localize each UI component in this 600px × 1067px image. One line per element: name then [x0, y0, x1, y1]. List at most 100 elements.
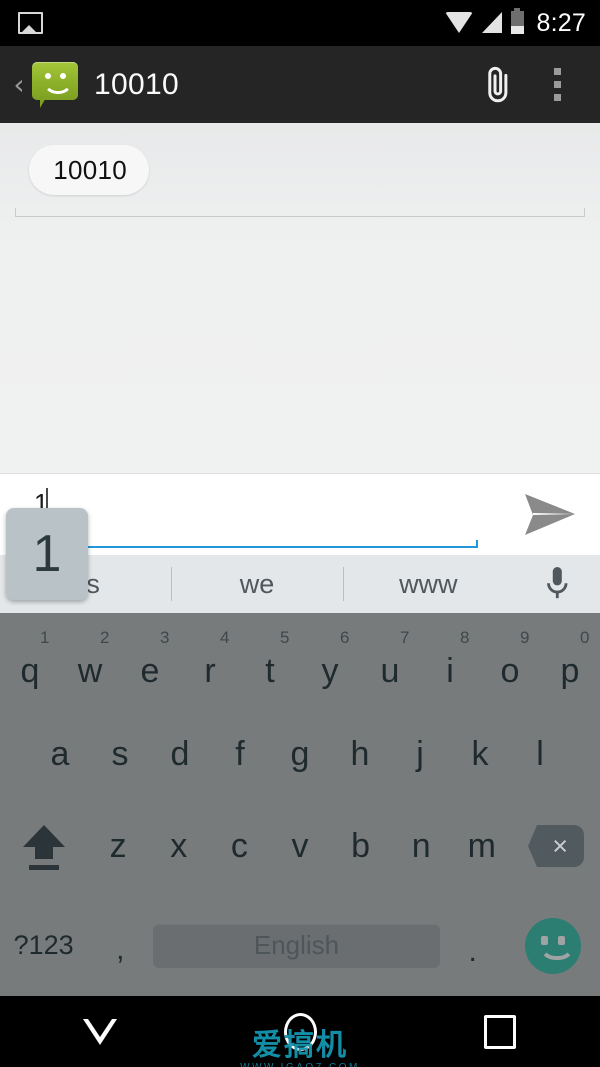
- phone-screen: 8:27 ‹ 10010 10010 1 we www 1 q 2 w 3 e …: [0, 0, 600, 1067]
- symbols-key-label: ?123: [13, 930, 74, 960]
- key-d-label: d: [170, 735, 190, 773]
- app-bar: ‹ 10010: [0, 46, 600, 123]
- keyboard-row-1: 1 q 2 w 3 e 4 r 5 t 6 y 7 u 8 i 9 o 0 p: [0, 613, 600, 711]
- key-g-label: g: [290, 735, 310, 773]
- key-x[interactable]: x: [148, 803, 209, 895]
- message-input[interactable]: 1: [30, 480, 480, 548]
- key-h[interactable]: h: [330, 711, 390, 803]
- key-u-label: u: [380, 652, 400, 690]
- key-h-label: h: [350, 735, 370, 773]
- key-a-label: a: [50, 735, 70, 773]
- key-e-number: 3: [160, 628, 170, 647]
- back-button[interactable]: ‹: [8, 70, 30, 99]
- key-c-label: c: [230, 827, 248, 865]
- key-w[interactable]: 2 w: [60, 613, 120, 711]
- key-r-number: 4: [220, 628, 230, 647]
- key-u-number: 7: [400, 628, 410, 647]
- key-n[interactable]: n: [391, 803, 452, 895]
- key-e[interactable]: 3 e: [120, 613, 180, 711]
- attach-button[interactable]: [468, 55, 528, 115]
- key-p-label: p: [560, 652, 580, 690]
- key-a[interactable]: a: [30, 711, 90, 803]
- backspace-key[interactable]: ×: [512, 803, 600, 895]
- key-press-popup: 1: [6, 508, 88, 600]
- voice-input-button[interactable]: [514, 555, 600, 613]
- key-d[interactable]: d: [150, 711, 210, 803]
- battery-icon: [510, 7, 524, 34]
- key-t[interactable]: 5 t: [240, 613, 300, 711]
- key-b-label: b: [351, 827, 371, 865]
- nav-home-icon: [283, 1012, 317, 1051]
- key-z[interactable]: z: [88, 803, 149, 895]
- recipient-row: 10010: [0, 145, 600, 201]
- key-q[interactable]: 1 q: [0, 613, 60, 711]
- backspace-icon: ×: [528, 825, 585, 867]
- suggestion-item-3[interactable]: www: [342, 555, 514, 613]
- overflow-dot: [553, 81, 561, 88]
- key-press-popup-label: 1: [32, 525, 62, 583]
- backspace-x-label: ×: [552, 830, 568, 861]
- key-r[interactable]: 4 r: [180, 613, 240, 711]
- recipient-field-underline: [15, 208, 585, 217]
- key-l[interactable]: l: [510, 711, 570, 803]
- space-key-label: English: [253, 930, 340, 960]
- key-f[interactable]: f: [210, 711, 270, 803]
- key-y[interactable]: 6 y: [300, 613, 360, 711]
- key-o-number: 9: [520, 628, 530, 647]
- key-s[interactable]: s: [90, 711, 150, 803]
- symbols-key[interactable]: ?123: [0, 930, 87, 961]
- send-arrow-icon: [525, 494, 575, 535]
- key-v[interactable]: v: [270, 803, 331, 895]
- period-key[interactable]: .: [440, 931, 506, 968]
- comma-key[interactable]: ,: [87, 925, 153, 967]
- cell-signal-icon: [481, 11, 502, 33]
- key-g[interactable]: g: [270, 711, 330, 803]
- suggestion-item-2-label: we: [239, 569, 275, 599]
- key-b[interactable]: b: [330, 803, 391, 895]
- key-i-label: i: [446, 652, 454, 690]
- key-t-number: 5: [280, 628, 290, 647]
- key-j[interactable]: j: [390, 711, 450, 803]
- key-o[interactable]: 9 o: [480, 613, 540, 711]
- shift-arrow-icon: [22, 825, 65, 870]
- key-q-number: 1: [40, 628, 50, 647]
- suggestion-item-2[interactable]: we: [171, 555, 342, 623]
- key-p[interactable]: 0 p: [540, 613, 600, 711]
- key-w-number: 2: [100, 628, 110, 647]
- space-key[interactable]: English: [153, 923, 440, 968]
- key-i[interactable]: 8 i: [420, 613, 480, 711]
- key-q-label: q: [20, 652, 40, 690]
- on-screen-keyboard: 1 q 2 w 3 e 4 r 5 t 6 y 7 u 8 i 9 o 0 p …: [0, 613, 600, 996]
- key-u[interactable]: 7 u: [360, 613, 420, 711]
- period-key-label: .: [468, 934, 477, 968]
- key-m[interactable]: m: [452, 803, 513, 895]
- key-c[interactable]: c: [209, 803, 270, 895]
- key-l-label: l: [536, 735, 544, 773]
- nav-recents-button[interactable]: [400, 996, 600, 1067]
- keyboard-row-2: a s d f g h j k l: [0, 711, 600, 803]
- key-k-label: k: [471, 735, 489, 773]
- status-bar-right: 8:27: [444, 7, 586, 38]
- key-k[interactable]: k: [450, 711, 510, 803]
- overflow-menu-button[interactable]: [528, 53, 586, 117]
- key-n-label: n: [411, 827, 431, 865]
- key-w-label: w: [77, 652, 103, 690]
- recipient-chip-label: 10010: [53, 154, 127, 185]
- nav-back-icon: [83, 1018, 117, 1045]
- emoji-smiley-icon: [524, 917, 581, 974]
- recipient-chip[interactable]: 10010: [29, 145, 149, 195]
- paperclip-icon: [488, 66, 508, 102]
- key-y-label: y: [321, 652, 339, 690]
- nav-home-button[interactable]: [200, 996, 400, 1067]
- key-s-label: s: [111, 735, 129, 773]
- key-x-label: x: [170, 827, 188, 865]
- shift-key[interactable]: [0, 803, 88, 895]
- nav-back-button[interactable]: [0, 996, 200, 1067]
- key-r-label: r: [204, 652, 216, 690]
- key-i-number: 8: [460, 628, 470, 647]
- key-m-label: m: [467, 827, 496, 865]
- wifi-icon: [444, 11, 473, 33]
- emoji-key[interactable]: [506, 917, 600, 974]
- suggestion-strip: as we www: [0, 555, 600, 623]
- send-button[interactable]: [518, 486, 582, 544]
